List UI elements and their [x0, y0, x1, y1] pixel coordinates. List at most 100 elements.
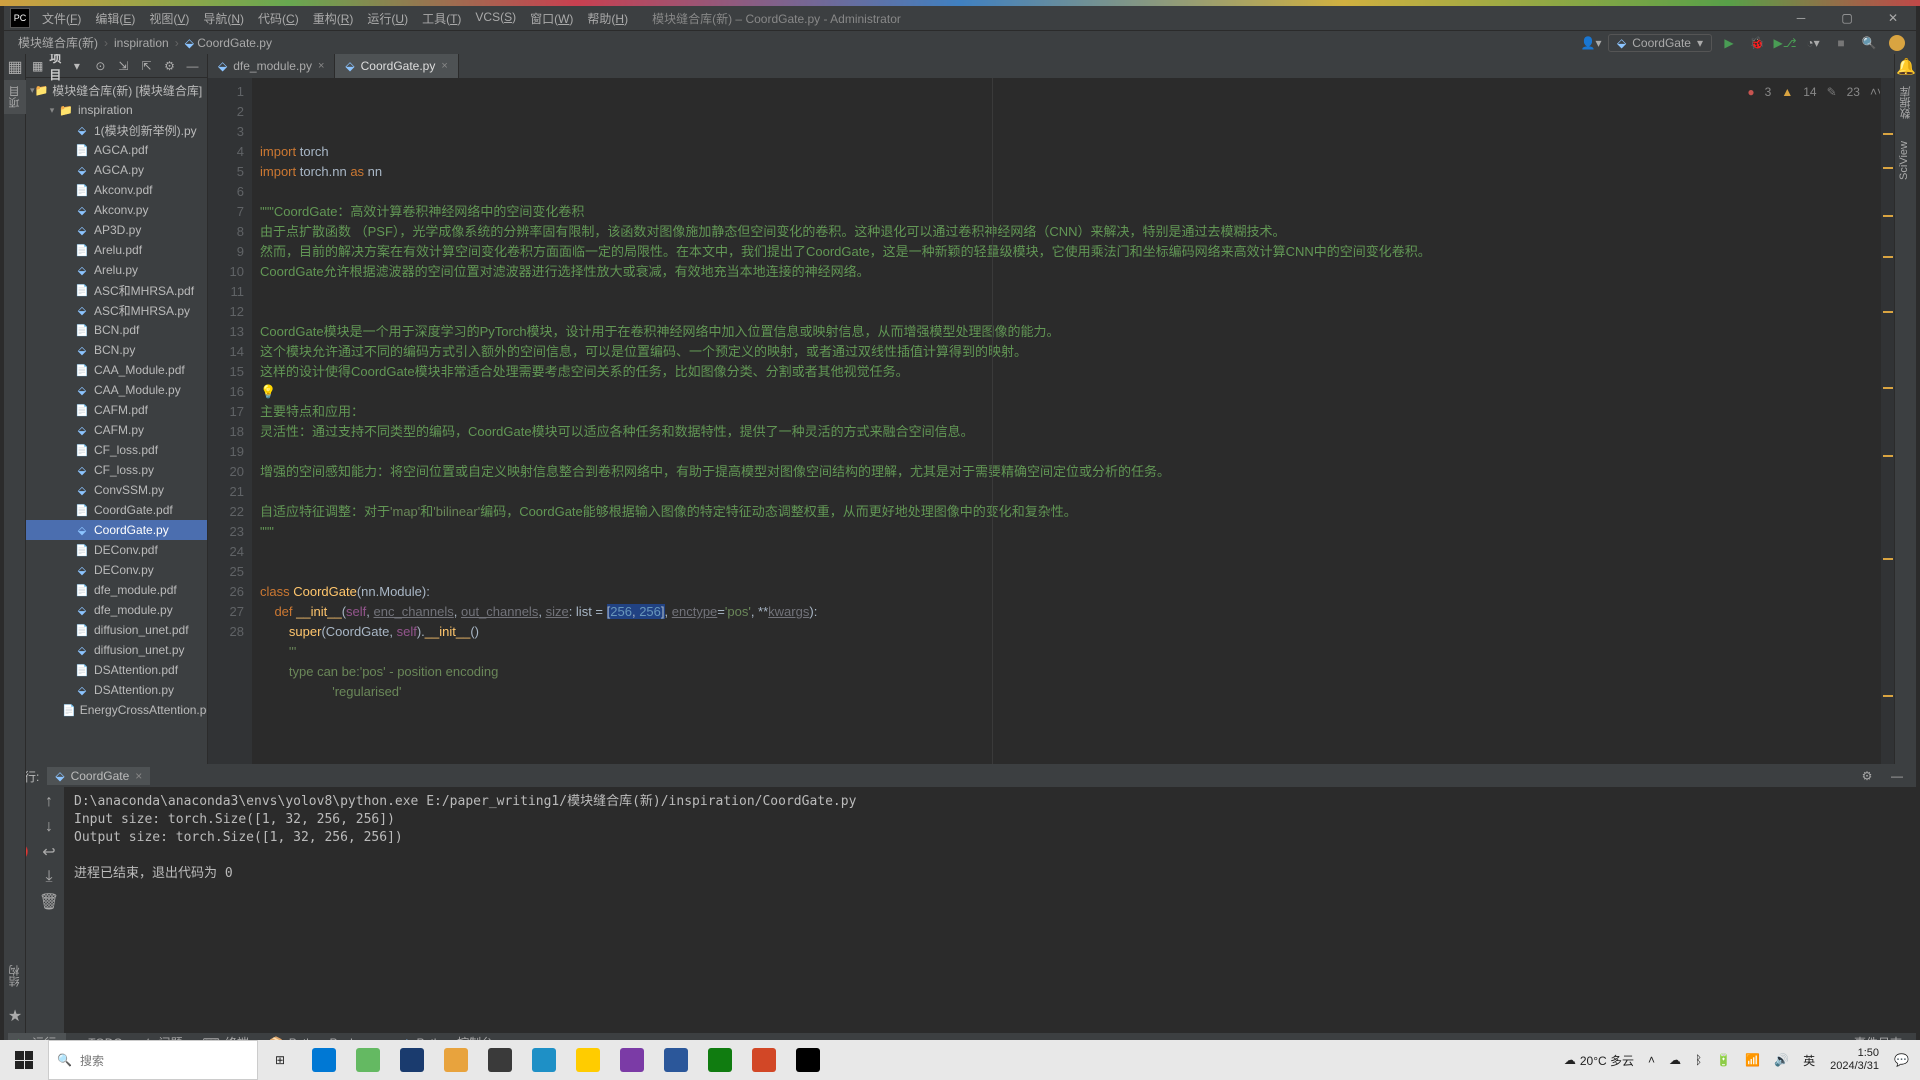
tree-row[interactable]: ▾📁模块缝合库(新) [模块缝合库]E:\pap...: [26, 80, 207, 100]
down-icon[interactable]: ↓: [38, 816, 60, 838]
tree-row[interactable]: ⬙1(模块创新举例).py: [26, 120, 207, 140]
close-icon[interactable]: ×: [318, 60, 324, 72]
project-tree[interactable]: ▾📁模块缝合库(新) [模块缝合库]E:\pap...▾📁inspiration…: [26, 78, 207, 764]
search-everywhere-button[interactable]: 🔍: [1858, 32, 1880, 54]
onedrive-icon[interactable]: ☁: [1664, 1053, 1686, 1067]
tree-row[interactable]: 📄CF_loss.pdf: [26, 440, 207, 460]
taskbar-app-icon[interactable]: [786, 1040, 830, 1080]
structure-tool-tab[interactable]: 结构: [4, 959, 26, 993]
settings-button[interactable]: [1886, 32, 1908, 54]
up-icon[interactable]: ↑: [38, 791, 60, 813]
tree-row[interactable]: ⬙ConvSSM.py: [26, 480, 207, 500]
menu-item[interactable]: 重构(R): [307, 8, 360, 29]
battery-icon[interactable]: 🔋: [1711, 1053, 1736, 1067]
run-tab[interactable]: ⬙ CoordGate ×: [47, 767, 150, 785]
menu-item[interactable]: 工具(T): [416, 8, 467, 29]
tree-row[interactable]: 📄Akconv.pdf: [26, 180, 207, 200]
tree-row[interactable]: ⬙AP3D.py: [26, 220, 207, 240]
ime-indicator[interactable]: 英: [1798, 1052, 1820, 1069]
volume-icon[interactable]: 🔊: [1769, 1053, 1794, 1067]
close-button[interactable]: ✕: [1870, 6, 1916, 30]
bluetooth-icon[interactable]: ᛒ: [1690, 1053, 1707, 1067]
tree-row[interactable]: 📄dfe_module.pdf: [26, 580, 207, 600]
tree-row[interactable]: 📄DSAttention.pdf: [26, 660, 207, 680]
notifications-button[interactable]: 💬: [1889, 1053, 1914, 1067]
hide-icon[interactable]: —: [1886, 765, 1908, 787]
tree-row[interactable]: ⬙Akconv.py: [26, 200, 207, 220]
tree-row[interactable]: ⬙CAFM.py: [26, 420, 207, 440]
menu-item[interactable]: 文件(F): [36, 8, 87, 29]
editor-body[interactable]: 1234567891011121314151617181920212223242…: [208, 78, 1894, 764]
tree-row[interactable]: 📄BCN.pdf: [26, 320, 207, 340]
settings-gear-icon[interactable]: ⚙: [161, 55, 178, 77]
taskbar-app-icon[interactable]: [434, 1040, 478, 1080]
project-stripe-icon[interactable]: ▦: [4, 56, 26, 78]
tree-row[interactable]: 📄ASC和MHRSA.pdf: [26, 280, 207, 300]
inspection-summary[interactable]: ●3 ▲14 ✎23 ˄˅: [1747, 82, 1884, 102]
taskbar-app-icon[interactable]: [390, 1040, 434, 1080]
menu-item[interactable]: 帮助(H): [581, 8, 634, 29]
tray-chevron-icon[interactable]: ˄: [1643, 1053, 1660, 1067]
code-area[interactable]: import torchimport torch.nn as nn"""Coor…: [252, 78, 1880, 764]
chevron-down-icon[interactable]: ▾: [74, 59, 80, 73]
taskbar-app-icon[interactable]: [522, 1040, 566, 1080]
taskbar-app-icon[interactable]: [302, 1040, 346, 1080]
settings-gear-icon[interactable]: ⚙: [1856, 765, 1878, 787]
tree-row[interactable]: ⬙CAA_Module.py: [26, 380, 207, 400]
taskbar-app-icon[interactable]: [610, 1040, 654, 1080]
project-tool-tab[interactable]: 项目: [4, 80, 26, 114]
start-button[interactable]: [0, 1040, 48, 1080]
tree-row[interactable]: ⬙DSAttention.py: [26, 680, 207, 700]
task-view-button[interactable]: ⊞: [258, 1040, 302, 1080]
tree-row[interactable]: 📄Arelu.pdf: [26, 240, 207, 260]
sciview-tool-tab[interactable]: SciView: [1895, 135, 1913, 186]
editor-tab[interactable]: ⬙CoordGate.py×: [335, 54, 458, 78]
tree-row[interactable]: 📄CAFM.pdf: [26, 400, 207, 420]
locate-icon[interactable]: ⊙: [92, 55, 109, 77]
tree-row[interactable]: ⬙DEConv.py: [26, 560, 207, 580]
tree-row[interactable]: 📄AGCA.pdf: [26, 140, 207, 160]
taskbar-clock[interactable]: 1:502024/3/31: [1824, 1047, 1885, 1073]
coverage-button[interactable]: ▶⎇: [1774, 32, 1796, 54]
wifi-icon[interactable]: 📶: [1740, 1053, 1765, 1067]
menu-item[interactable]: 运行(U): [361, 8, 414, 29]
menu-item[interactable]: 视图(V): [143, 8, 195, 29]
minimize-button[interactable]: ─: [1778, 6, 1824, 30]
tree-row[interactable]: ▾📁inspiration: [26, 100, 207, 120]
database-tool-tab[interactable]: 数据库: [1895, 80, 1917, 125]
expand-all-icon[interactable]: ⇲: [115, 55, 132, 77]
tree-row[interactable]: ⬙Arelu.py: [26, 260, 207, 280]
tree-row[interactable]: 📄DEConv.pdf: [26, 540, 207, 560]
editor-tab[interactable]: ⬙dfe_module.py×: [208, 54, 335, 78]
scroll-end-icon[interactable]: ⤓: [38, 866, 60, 888]
debug-button[interactable]: 🐞: [1746, 32, 1768, 54]
tree-row[interactable]: ⬙ASC和MHRSA.py: [26, 300, 207, 320]
breadcrumb[interactable]: ⬙ CoordGate.py: [181, 36, 276, 50]
collapse-all-icon[interactable]: ⇱: [138, 55, 155, 77]
hide-icon[interactable]: —: [184, 55, 201, 77]
weather-widget[interactable]: ☁ 20°C 多云: [1559, 1052, 1639, 1069]
menu-item[interactable]: 导航(N): [197, 8, 250, 29]
tree-row[interactable]: ⬙AGCA.py: [26, 160, 207, 180]
tree-row[interactable]: ⬙dfe_module.py: [26, 600, 207, 620]
menu-item[interactable]: 代码(C): [252, 8, 305, 29]
close-icon[interactable]: ×: [441, 60, 447, 72]
taskbar-app-icon[interactable]: [566, 1040, 610, 1080]
stop-button[interactable]: ■: [1830, 32, 1852, 54]
trash-icon[interactable]: 🗑: [38, 891, 60, 913]
taskbar-app-icon[interactable]: [346, 1040, 390, 1080]
menu-item[interactable]: 窗口(W): [524, 8, 579, 29]
taskbar-app-icon[interactable]: [654, 1040, 698, 1080]
breadcrumb[interactable]: inspiration: [110, 36, 173, 50]
menu-item[interactable]: VCS(S): [469, 8, 522, 29]
taskbar-app-icon[interactable]: [742, 1040, 786, 1080]
maximize-button[interactable]: ▢: [1824, 6, 1870, 30]
close-icon[interactable]: ×: [135, 769, 142, 783]
taskbar-app-icon[interactable]: [698, 1040, 742, 1080]
menu-item[interactable]: 编辑(E): [89, 8, 141, 29]
soft-wrap-icon[interactable]: ↩: [38, 841, 60, 863]
taskbar-app-icon[interactable]: [478, 1040, 522, 1080]
profile-button[interactable]: ◔▾: [1802, 32, 1824, 54]
bookmarks-icon[interactable]: ★: [4, 1005, 26, 1027]
users-icon[interactable]: 👤▾: [1580, 32, 1602, 54]
